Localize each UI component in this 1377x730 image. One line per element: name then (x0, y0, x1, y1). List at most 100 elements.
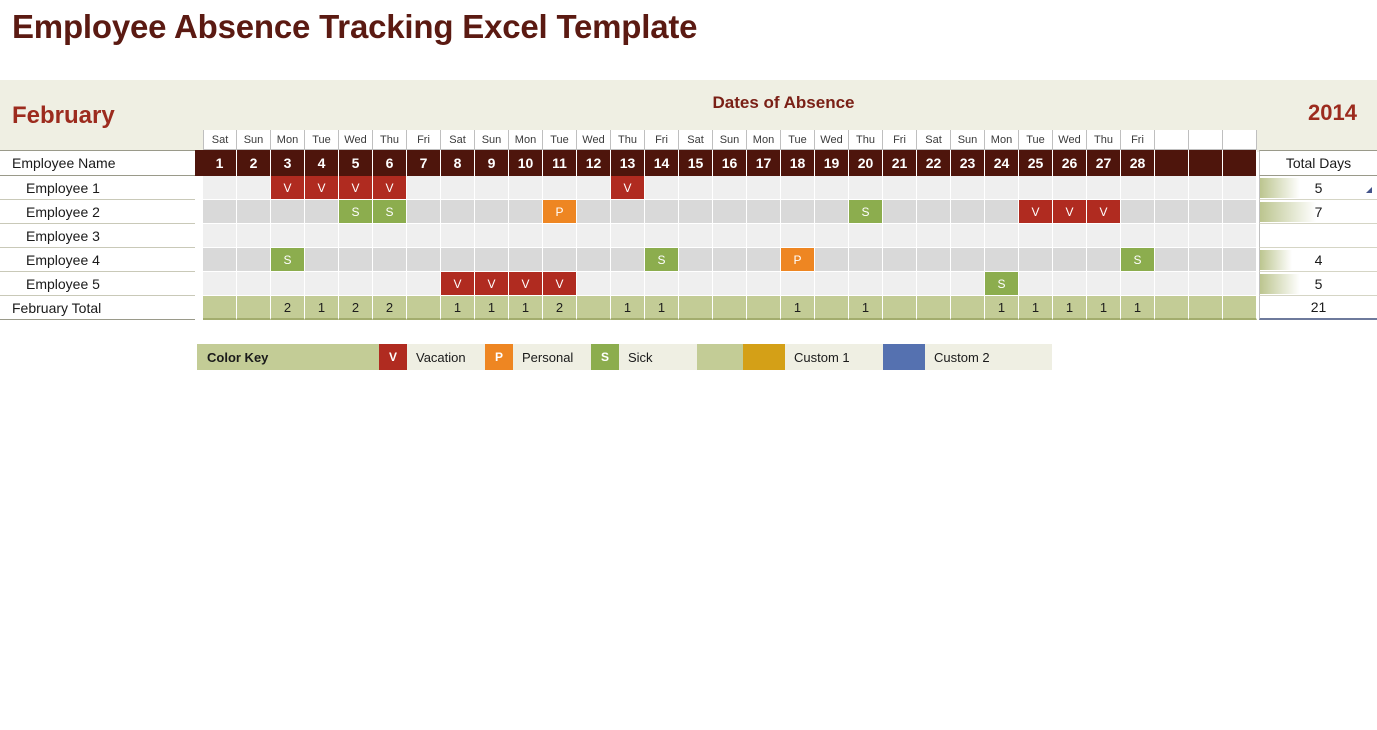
day-cell-empty[interactable] (1155, 248, 1189, 272)
day-cell-empty[interactable] (1121, 272, 1155, 296)
day-cell-empty[interactable] (543, 224, 577, 248)
day-cell-empty[interactable] (373, 272, 407, 296)
day-cell-empty[interactable] (407, 176, 441, 200)
absence-cell-p[interactable]: P (543, 200, 577, 224)
day-cell-empty[interactable] (1087, 176, 1121, 200)
day-cell-empty[interactable] (985, 176, 1019, 200)
day-cell-empty[interactable] (407, 224, 441, 248)
day-cell-empty[interactable] (645, 224, 679, 248)
day-cell-empty[interactable] (407, 200, 441, 224)
day-cell-empty[interactable] (985, 200, 1019, 224)
day-cell-empty[interactable] (1223, 200, 1257, 224)
day-cell-empty[interactable] (985, 248, 1019, 272)
day-cell-empty[interactable] (339, 272, 373, 296)
absence-cell-v[interactable]: V (1053, 200, 1087, 224)
day-cell-empty[interactable] (951, 272, 985, 296)
absence-cell-v[interactable]: V (339, 176, 373, 200)
absence-cell-s[interactable]: S (849, 200, 883, 224)
day-cell-empty[interactable] (1121, 200, 1155, 224)
day-cell-empty[interactable] (1189, 176, 1223, 200)
day-cell-empty[interactable] (815, 200, 849, 224)
absence-cell-v[interactable]: V (441, 272, 475, 296)
absence-cell-s[interactable]: S (645, 248, 679, 272)
day-cell-empty[interactable] (645, 176, 679, 200)
day-cell-empty[interactable] (713, 272, 747, 296)
employee-name-cell[interactable]: Employee 2 (0, 200, 195, 224)
day-cell-empty[interactable] (883, 200, 917, 224)
day-cell-empty[interactable] (1087, 224, 1121, 248)
day-cell-empty[interactable] (475, 248, 509, 272)
day-cell-empty[interactable] (373, 248, 407, 272)
day-cell-empty[interactable] (305, 272, 339, 296)
day-cell-empty[interactable] (815, 248, 849, 272)
day-cell-empty[interactable] (1087, 272, 1121, 296)
day-cell-empty[interactable] (713, 176, 747, 200)
day-cell-empty[interactable] (815, 272, 849, 296)
day-cell-empty[interactable] (577, 272, 611, 296)
day-cell-empty[interactable] (849, 224, 883, 248)
day-cell-empty[interactable] (509, 176, 543, 200)
absence-cell-v[interactable]: V (1087, 200, 1121, 224)
day-cell-empty[interactable] (577, 248, 611, 272)
day-cell-empty[interactable] (1121, 176, 1155, 200)
day-cell-empty[interactable] (271, 224, 305, 248)
day-cell-empty[interactable] (951, 200, 985, 224)
day-cell-empty[interactable] (577, 224, 611, 248)
day-cell-empty[interactable] (543, 176, 577, 200)
day-cell-empty[interactable] (1121, 224, 1155, 248)
day-cell-empty[interactable] (475, 176, 509, 200)
day-cell-empty[interactable] (611, 224, 645, 248)
day-cell-empty[interactable] (1019, 176, 1053, 200)
day-cell-empty[interactable] (441, 248, 475, 272)
absence-cell-v[interactable]: V (271, 176, 305, 200)
day-cell-empty[interactable] (1223, 248, 1257, 272)
day-cell-empty[interactable] (679, 176, 713, 200)
day-cell-empty[interactable] (509, 200, 543, 224)
day-cell-empty[interactable] (781, 176, 815, 200)
absence-cell-s[interactable]: S (373, 200, 407, 224)
absence-cell-v[interactable]: V (543, 272, 577, 296)
day-cell-empty[interactable] (747, 224, 781, 248)
day-cell-empty[interactable] (645, 200, 679, 224)
day-cell-empty[interactable] (1019, 248, 1053, 272)
day-cell-empty[interactable] (883, 248, 917, 272)
day-cell-empty[interactable] (849, 248, 883, 272)
day-cell-empty[interactable] (407, 248, 441, 272)
day-cell-empty[interactable] (237, 200, 271, 224)
day-cell-empty[interactable] (883, 224, 917, 248)
day-cell-empty[interactable] (679, 224, 713, 248)
day-cell-empty[interactable] (441, 176, 475, 200)
absence-cell-s[interactable]: S (985, 272, 1019, 296)
day-cell-empty[interactable] (407, 272, 441, 296)
day-cell-empty[interactable] (645, 272, 679, 296)
day-cell-empty[interactable] (509, 248, 543, 272)
year-label[interactable]: 2014 (1308, 100, 1357, 126)
day-cell-empty[interactable] (475, 224, 509, 248)
day-cell-empty[interactable] (985, 224, 1019, 248)
day-cell-empty[interactable] (237, 176, 271, 200)
day-cell-empty[interactable] (883, 272, 917, 296)
day-cell-empty[interactable] (1019, 224, 1053, 248)
day-cell-empty[interactable] (1189, 224, 1223, 248)
day-cell-empty[interactable] (1189, 272, 1223, 296)
day-cell-empty[interactable] (849, 176, 883, 200)
day-cell-empty[interactable] (305, 248, 339, 272)
day-cell-empty[interactable] (1223, 176, 1257, 200)
employee-name-cell[interactable]: Employee 1 (0, 176, 195, 200)
day-cell-empty[interactable] (679, 200, 713, 224)
day-cell-empty[interactable] (951, 248, 985, 272)
day-cell-empty[interactable] (917, 272, 951, 296)
day-cell-empty[interactable] (781, 224, 815, 248)
day-cell-empty[interactable] (271, 200, 305, 224)
day-cell-empty[interactable] (271, 272, 305, 296)
day-cell-empty[interactable] (611, 272, 645, 296)
day-cell-empty[interactable] (679, 248, 713, 272)
absence-cell-s[interactable]: S (339, 200, 373, 224)
day-cell-empty[interactable] (917, 200, 951, 224)
day-cell-empty[interactable] (1155, 272, 1189, 296)
employee-name-cell[interactable]: Employee 4 (0, 248, 195, 272)
day-cell-empty[interactable] (747, 200, 781, 224)
day-cell-empty[interactable] (781, 272, 815, 296)
day-cell-empty[interactable] (475, 200, 509, 224)
day-cell-empty[interactable] (713, 224, 747, 248)
